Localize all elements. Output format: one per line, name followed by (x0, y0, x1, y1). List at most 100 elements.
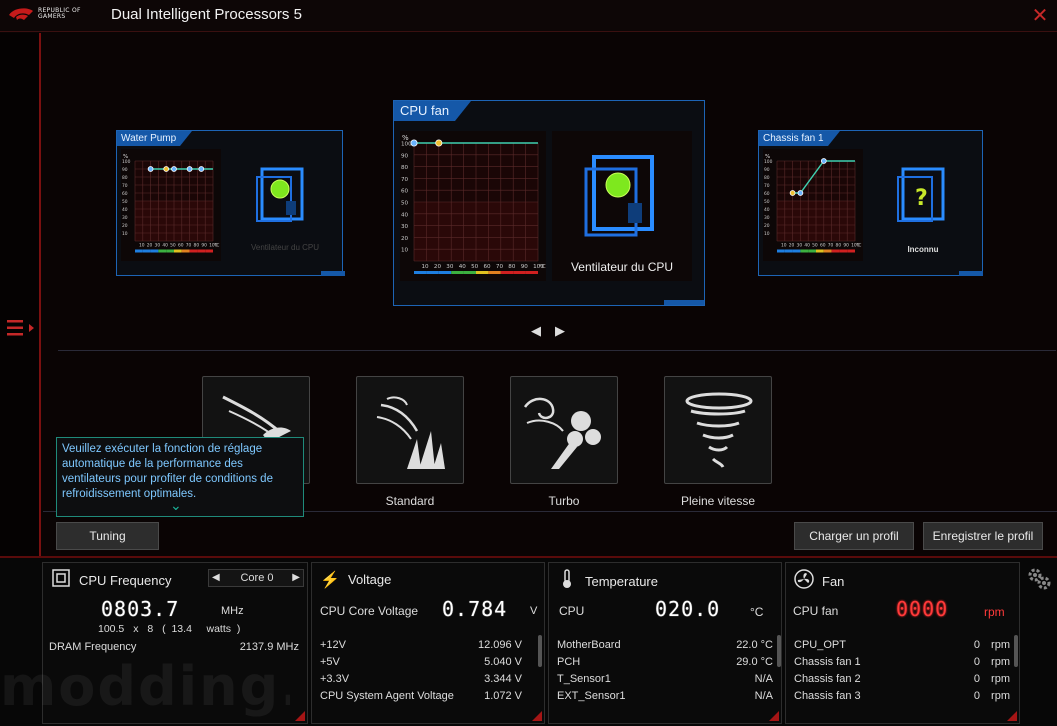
chevron-right-icon[interactable]: ▶ (292, 570, 300, 586)
chart-x-tick-label: 40 (162, 243, 168, 249)
gear-icon[interactable] (1026, 566, 1052, 592)
chart-y-tick-label: 50 (764, 199, 770, 205)
tuning-button[interactable]: Tuning (56, 522, 159, 550)
voltage-header: ⚡ Voltage (320, 569, 391, 591)
temperature-color-bar-segment (205, 249, 213, 253)
chart-x-tick-label: 40 (804, 243, 810, 249)
rog-logo: REPUBLIC OF GAMERS (8, 4, 98, 28)
multiply-sign: x (133, 623, 139, 635)
cpu-frequency-title: CPU Frequency (79, 572, 172, 588)
cpu-fan-device-box: Ventilateur du CPU (552, 131, 692, 281)
temperature-color-bar-segment (197, 249, 206, 253)
save-profile-button[interactable]: Enregistrer le profil (923, 522, 1043, 550)
close-icon[interactable]: ✕ (1030, 6, 1050, 26)
sidebar (0, 33, 41, 556)
temperature-row: MotherBoard 22.0 °C (557, 637, 773, 653)
temperature-color-bar-segment (831, 249, 840, 253)
chart-x-tick-label: 20 (434, 264, 442, 270)
fan-curve-point (820, 158, 827, 164)
chart-y-tick-label: 100 (122, 159, 131, 165)
tuning-tooltip: Veuillez exécuter la fonction de réglage… (56, 437, 304, 517)
core-selector[interactable]: ◀ Core 0 ▶ (208, 569, 304, 587)
voltage-row-value: 5.040 V (484, 656, 522, 668)
cpu-temperature-label: CPU (559, 604, 585, 618)
chart-x-axis-label: °C (539, 264, 546, 270)
voltage-row-label: +12V (320, 639, 346, 651)
app-window: REPUBLIC OF GAMERS Dual Intelligent Proce… (0, 0, 1057, 726)
mode-standard[interactable] (356, 376, 464, 484)
temperature-scrollbar[interactable] (777, 635, 781, 667)
bclk-value: 100.5 (98, 623, 125, 635)
voltage-scrollbar[interactable] (538, 635, 542, 667)
menu-expand-icon[interactable] (5, 316, 35, 340)
mode-label-standard: Standard (385, 494, 435, 508)
mode-label-turbo: Turbo (548, 494, 580, 508)
chart-y-tick-label: 70 (764, 183, 770, 189)
voltage-row: +3.3V 3.344 V (320, 671, 522, 687)
voltage-row-value: 3.344 V (484, 673, 522, 685)
chart-x-tick-label: 90 (521, 264, 529, 270)
temperature-row-label: PCH (557, 656, 581, 668)
temperature-row: T_Sensor1 N/A (557, 671, 773, 687)
mode-turbo[interactable] (510, 376, 618, 484)
mode-full-speed[interactable] (664, 376, 772, 484)
load-profile-button[interactable]: Charger un profil (794, 522, 914, 550)
chart-y-tick-label: 10 (401, 248, 409, 254)
chart-x-tick-label: 60 (820, 243, 826, 249)
cpu-frequency-unit: MHz (221, 605, 244, 617)
temperature-row: EXT_Sensor1 N/A (557, 688, 773, 704)
voltage-row-value: 12.096 V (477, 639, 522, 651)
chart-x-tick-label: 60 (178, 243, 184, 249)
cpu-fan-card[interactable]: CPU fan % 100 90 80 70 60 50 40 30 20 10 10 20 30 40 50… (393, 100, 705, 306)
fan-row-unit: rpm (991, 656, 1010, 668)
temperature-color-bar-segment (525, 271, 538, 274)
fan-curve-point (163, 166, 170, 172)
fan-curve-point (198, 166, 205, 172)
fan-row-value: 0 (973, 690, 980, 702)
voltage-panel: ⚡ Voltage CPU Core Voltage 0.784 V +12V 12… (311, 562, 545, 724)
chassis-fan-1-device-label: Inconnu (907, 245, 939, 254)
voltage-row: CPU System Agent Voltage 1.072 V (320, 688, 522, 704)
unknown-device-icon: ? (897, 167, 945, 222)
fan-row-unit: rpm (991, 690, 1010, 702)
fan-curve-point (147, 166, 154, 172)
fan-row-unit: rpm (991, 639, 1010, 651)
fan-curve-point (789, 190, 796, 196)
temperature-color-bar-segment (166, 249, 174, 253)
standard-mode-icon (376, 396, 445, 469)
pc-case-fan-icon (584, 155, 654, 237)
cpu-fan-curve-chart[interactable]: % 100 90 80 70 60 50 40 30 20 10 10 20 30 40 50 60 70 80 90… (400, 131, 546, 281)
chassis-fan-1-curve-chart[interactable]: % 100 90 80 70 60 50 40 30 20 10 10 20 30 40 50 60 70 80 90… (763, 149, 863, 261)
water-pump-curve-chart[interactable]: % 100 90 80 70 60 50 40 30 20 10 10 20 30 40 50 60 70 80 90… (121, 149, 221, 261)
chart-x-tick-label: 80 (194, 243, 200, 249)
temperature-color-bar-segment (174, 249, 182, 253)
temperature-color-bar-segment (808, 249, 816, 253)
chevron-right-icon[interactable]: ▶ (555, 323, 565, 339)
chassis-fan-1-card[interactable]: Chassis fan 1 % 100 90 80 70 60 50 40 30 20 10 10 20… (758, 130, 983, 276)
cpu-core-voltage-unit: V (530, 605, 538, 617)
fan-scrollbar[interactable] (1014, 635, 1018, 667)
voltage-row-label: +5V (320, 656, 340, 668)
chart-y-tick-label: 30 (122, 215, 128, 221)
cpu-fan-rpm-unit: rpm (984, 605, 1005, 619)
chevron-left-icon[interactable]: ◀ (531, 323, 541, 339)
chart-x-tick-label: 20 (789, 243, 795, 249)
cpu-frequency-value: 0803.7 (101, 597, 180, 621)
temperature-color-bar-segment (181, 249, 190, 253)
temperature-header: Temperature (557, 569, 658, 591)
water-pump-card[interactable]: Water Pump % 100 90 80 70 60 50 40 30 20 10 10 20 30 4… (116, 130, 345, 276)
chart-x-axis-label: °C (214, 243, 219, 249)
fan-curve-point (171, 166, 177, 172)
cpu-fan-device-label: Ventilateur du CPU (570, 260, 674, 274)
chart-y-tick-label: 70 (401, 177, 409, 183)
chart-y-tick-label: 20 (401, 236, 409, 242)
chart-y-tick-label: 100 (401, 141, 412, 147)
fan-row-label: Chassis fan 1 (794, 656, 861, 668)
temperature-row-value: N/A (754, 673, 773, 685)
panel-corner-accent (1007, 711, 1017, 721)
temperature-color-bar-segment (513, 271, 526, 274)
chart-x-tick-label: 30 (446, 264, 454, 270)
chart-y-tick-label: 50 (401, 200, 409, 206)
chart-x-tick-label: 40 (459, 264, 467, 270)
temperature-color-bar-segment (414, 271, 427, 274)
